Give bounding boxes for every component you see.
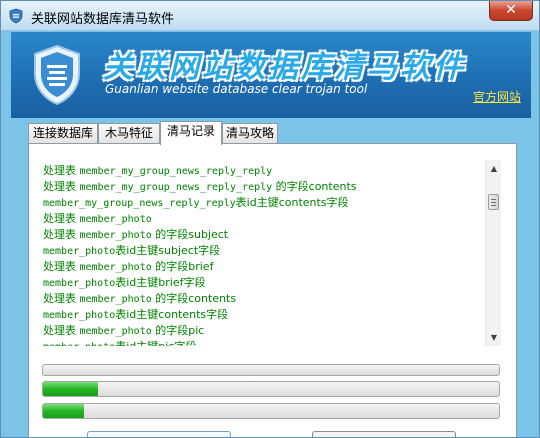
log-line: member_photo表id主键brief字段 [43, 276, 206, 289]
tab-cleanup-guide[interactable]: 清马攻略 [222, 123, 278, 144]
banner-title: 关联网站数据库清马软件 [103, 50, 466, 85]
progress-bar-3 [42, 403, 500, 419]
log-line: member_photo表id主键subject字段 [43, 244, 221, 257]
log-line: 处理表 member_my_group_news_reply_reply [43, 164, 273, 177]
window-title: 关联网站数据库清马软件 [31, 12, 175, 27]
scroll-up-arrow-icon[interactable]: ▲ [486, 160, 501, 177]
close-button[interactable]: ✕ [489, 1, 533, 21]
log-line: 处理表 member_photo 的字段pic [43, 324, 205, 337]
tab-panel: 处理表 member_my_group_news_reply_reply 处理表 … [28, 143, 517, 437]
official-site-link[interactable]: 官方网站 [473, 88, 521, 105]
shield-logo-icon [34, 44, 80, 106]
scroll-down-arrow-icon[interactable]: ▼ [486, 329, 501, 346]
action-button-left[interactable] [87, 431, 231, 437]
log-line: 处理表 member_photo 的字段contents [43, 292, 237, 305]
title-bar[interactable]: 关联网站数据库清马软件 ✕ [1, 1, 539, 31]
log-textbox[interactable]: 处理表 member_my_group_news_reply_reply 处理表 … [43, 160, 501, 346]
scroll-thumb[interactable] [488, 194, 499, 210]
log-line: 处理表 member_photo [43, 212, 152, 225]
banner-subtitle: Guanlian website database clear trojan t… [105, 82, 368, 96]
progress-fill-2 [43, 382, 98, 396]
log-line: 处理表 member_photo 的字段brief [43, 260, 214, 273]
progress-bar-2 [42, 381, 500, 397]
app-window: 关联网站数据库清马软件 ✕ 关联网站数据库清马软件 Guanlian websi… [0, 0, 540, 438]
tab-trojan-signatures[interactable]: 木马特征 [98, 123, 160, 144]
action-button-right[interactable] [312, 431, 456, 437]
app-shield-icon [9, 8, 23, 24]
log-line: member_photo表id主键contents字段 [43, 308, 229, 321]
log-line: 处理表 member_photo 的字段subject [43, 228, 229, 241]
log-lines: 处理表 member_my_group_news_reply_reply 处理表 … [43, 163, 483, 346]
log-line: member_photo表id主键pic字段 [43, 339, 483, 346]
progress-fill-3 [43, 404, 85, 418]
log-line: 处理表 member_my_group_news_reply_reply 的字段… [43, 180, 357, 193]
tab-cleanup-log[interactable]: 清马记录 [160, 121, 222, 145]
header-banner: 关联网站数据库清马软件 Guanlian website database cl… [11, 32, 531, 118]
tab-connect-database[interactable]: 连接数据库 [28, 123, 98, 144]
log-line: member_my_group_news_reply_reply表id主键con… [43, 196, 349, 209]
progress-bar-1 [42, 364, 500, 376]
log-scrollbar[interactable]: ▲ ▼ [485, 160, 501, 346]
